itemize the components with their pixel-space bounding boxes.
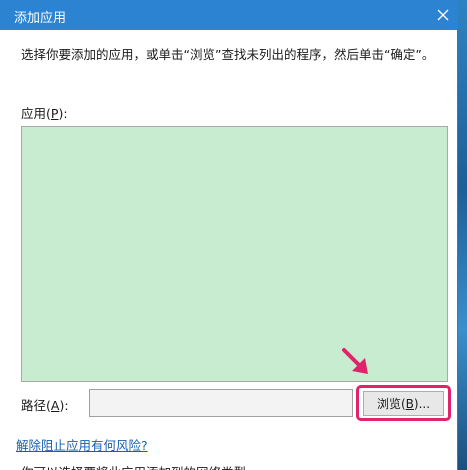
instruction-text: 选择你要添加的应用，或单击“浏览”查找未列出的程序，然后单击“确定”。 xyxy=(21,47,435,62)
add-app-dialog: 添加应用 选择你要添加的应用，或单击“浏览”查找未列出的程序，然后单击“确定”。… xyxy=(0,0,458,470)
desktop-background xyxy=(458,0,467,470)
pointer-arrow-icon xyxy=(342,348,368,374)
window-title: 添加应用 xyxy=(14,11,67,26)
apps-label: 应用(P): xyxy=(21,106,68,121)
close-button[interactable] xyxy=(430,2,456,28)
close-icon xyxy=(437,9,449,21)
apps-list[interactable] xyxy=(21,126,448,382)
title-bar: 添加应用 xyxy=(0,0,458,30)
unblock-risk-link[interactable]: 解除阻止应用有何风险? xyxy=(16,435,148,454)
path-label: 路径(A): xyxy=(21,398,69,413)
browse-button[interactable]: 浏览(B)... xyxy=(363,391,444,416)
path-input[interactable] xyxy=(89,389,353,417)
network-type-text: 你可以选择要将此应用添加到的网络类型 xyxy=(21,462,246,470)
